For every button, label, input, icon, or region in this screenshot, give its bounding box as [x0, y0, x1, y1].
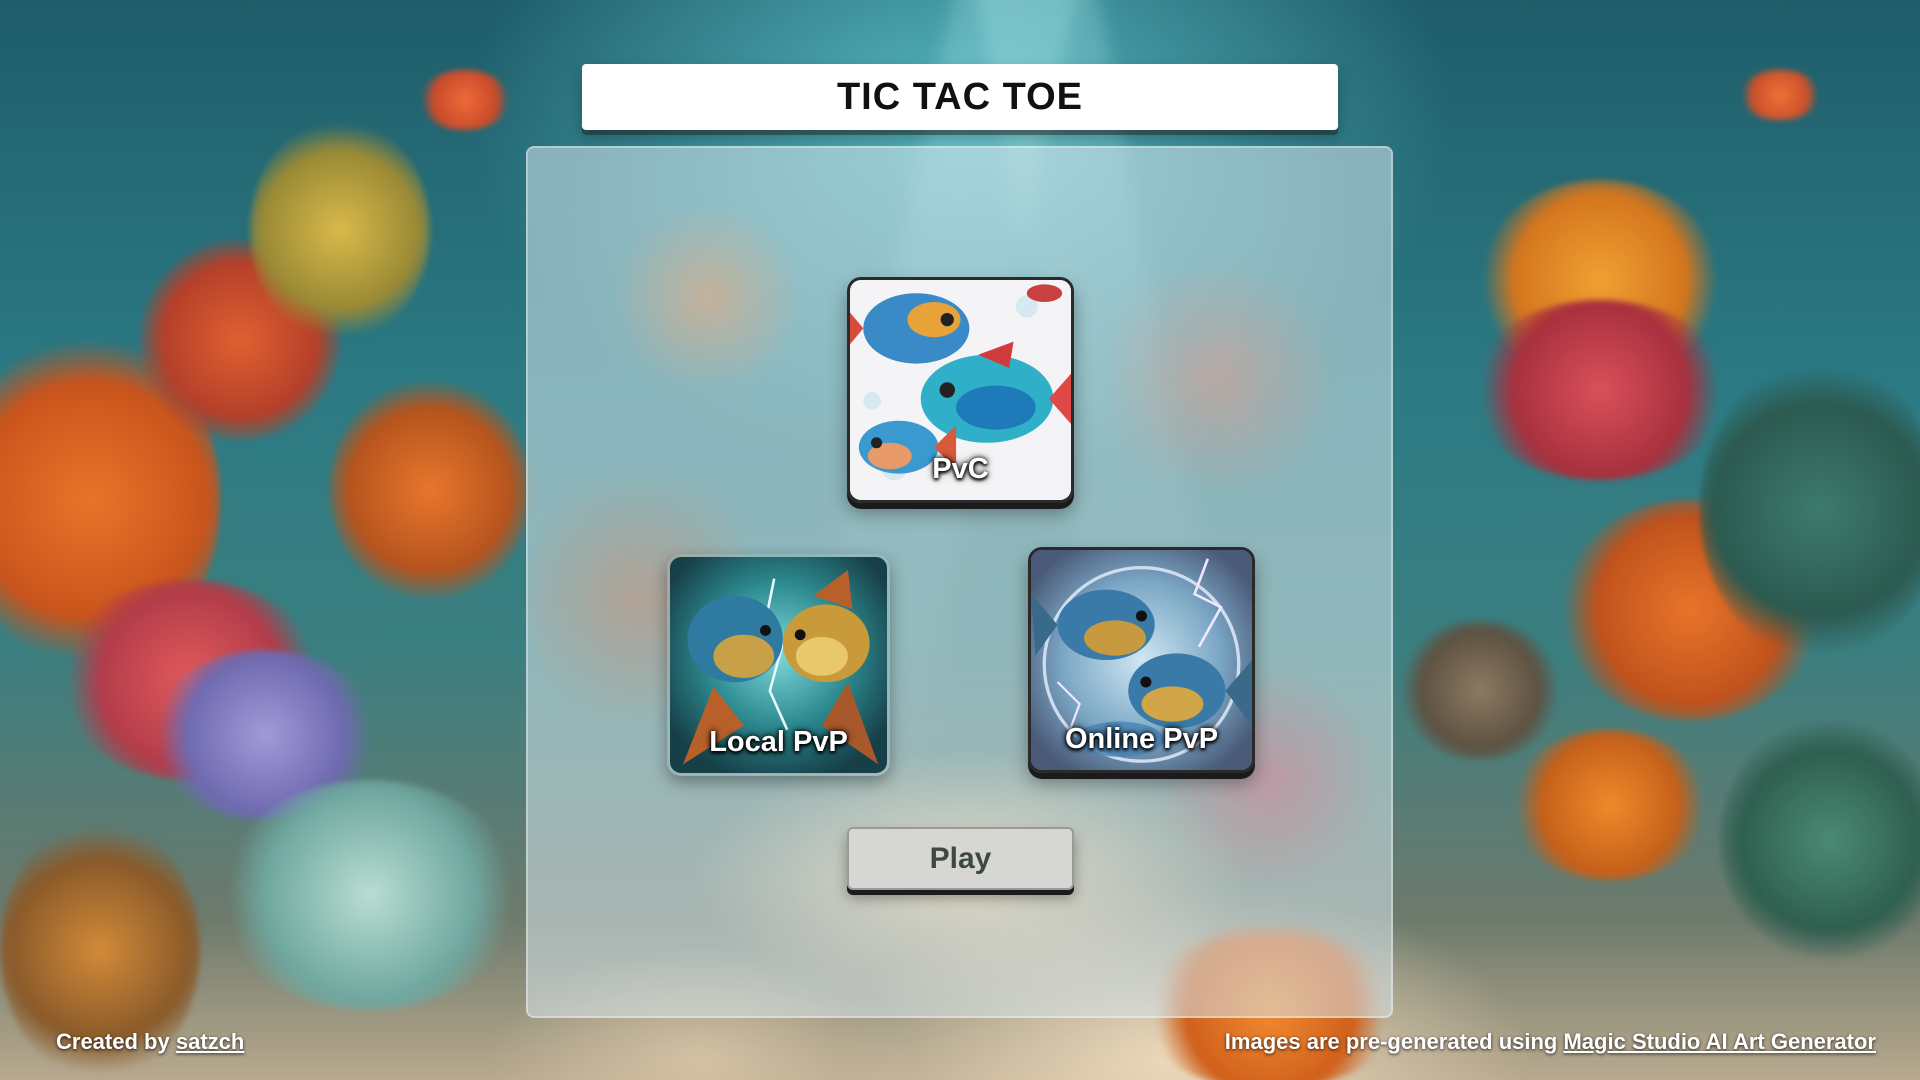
mode-card-pvc[interactable]: PvC — [847, 277, 1074, 503]
mode-card-online-pvp[interactable]: Online PvP — [1028, 547, 1255, 773]
magic-studio-link[interactable]: Magic Studio AI Art Generator — [1563, 1029, 1876, 1054]
play-button-label: Play — [929, 841, 992, 875]
page-title: TIC TAC TOE — [836, 75, 1084, 118]
mode-card-local-pvp[interactable]: Local PvP — [667, 554, 890, 776]
credit-prefix: Created by — [56, 1029, 170, 1054]
author-link[interactable]: satzch — [176, 1029, 244, 1054]
mode-label-pvc: PvC — [932, 453, 989, 485]
footer-image-credit: Images are pre-generated using Magic Stu… — [1225, 1029, 1876, 1055]
mode-label-local-pvp: Local PvP — [709, 726, 848, 758]
mode-label-online-pvp: Online PvP — [1064, 723, 1219, 755]
footer-credit: Created by satzch — [56, 1029, 244, 1055]
title-bar: TIC TAC TOE — [582, 64, 1338, 130]
play-button[interactable]: Play — [847, 827, 1074, 890]
images-prefix: Images are pre-generated using — [1224, 1029, 1558, 1054]
